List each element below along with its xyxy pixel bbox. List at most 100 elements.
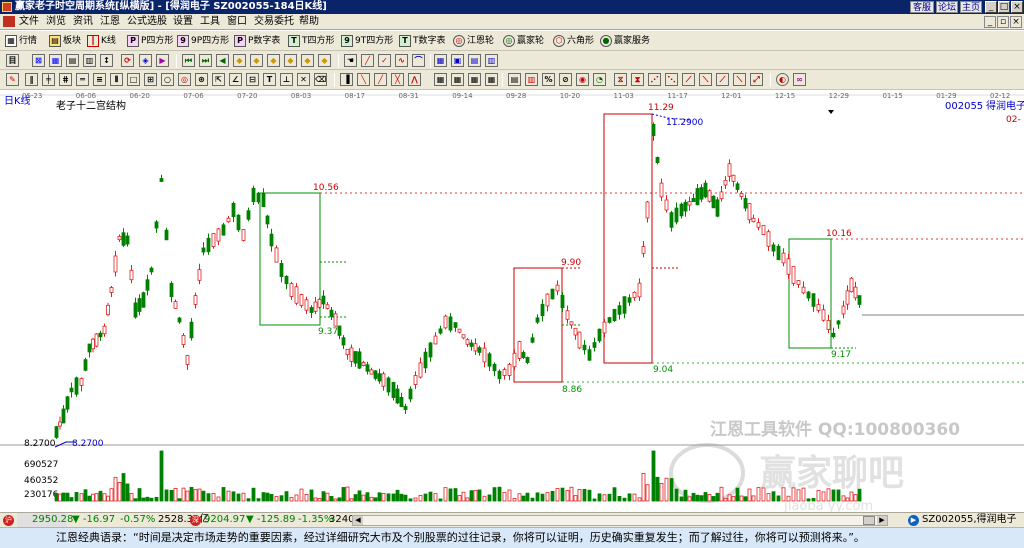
diamond-d-icon[interactable]: ◆ bbox=[284, 54, 297, 67]
chart-view-icon[interactable]: ▤ bbox=[66, 54, 79, 67]
diag-icon[interactable]: ╲ bbox=[357, 73, 370, 86]
current-stock-icon[interactable]: ▶ bbox=[908, 515, 919, 526]
indicator-a-icon[interactable]: ⧖ bbox=[614, 73, 627, 86]
browse-icon[interactable]: ⊠ bbox=[32, 54, 45, 67]
indicator-i-icon[interactable]: ⤢ bbox=[750, 73, 763, 86]
check-tool-icon[interactable]: ✓ bbox=[378, 54, 391, 67]
menu-tools[interactable]: 工具 bbox=[200, 14, 220, 30]
vline-icon[interactable]: ‖ bbox=[25, 73, 38, 86]
indicator-g-icon[interactable]: ⟋ bbox=[716, 73, 729, 86]
table-b-icon[interactable]: ▦ bbox=[451, 73, 464, 86]
last-icon[interactable]: ⏭ bbox=[199, 54, 212, 67]
column-icon[interactable]: ▐ bbox=[340, 73, 353, 86]
table-a-icon[interactable]: ▦ bbox=[434, 73, 447, 86]
table-view-icon[interactable]: ▥ bbox=[83, 54, 96, 67]
indicator-d-icon[interactable]: ⋱ bbox=[665, 73, 678, 86]
color-wheel-icon[interactable]: ◐ bbox=[776, 73, 789, 86]
bars-icon[interactable]: ▥ bbox=[525, 73, 538, 86]
menu-info[interactable]: 资讯 bbox=[73, 14, 93, 30]
winner-service-button[interactable]: ● 赢家服务 bbox=[600, 33, 650, 49]
zigzag-icon[interactable]: ⋀ bbox=[408, 73, 421, 86]
menu-trade[interactable]: 交易委托 bbox=[254, 14, 294, 30]
ellipse-icon[interactable]: ◎ bbox=[178, 73, 191, 86]
gann-fan-icon[interactable]: ⋕ bbox=[59, 73, 72, 86]
diamond-f-icon[interactable]: ◆ bbox=[318, 54, 331, 67]
box-icon[interactable]: □ bbox=[127, 73, 140, 86]
calc-icon[interactable]: ▦ bbox=[434, 54, 447, 67]
arrow-tool-icon[interactable]: ⇱ bbox=[212, 73, 225, 86]
percent-icon[interactable]: % bbox=[542, 73, 555, 86]
p-number-table-button[interactable]: P P数字表 bbox=[234, 33, 280, 49]
diamond-a-icon[interactable]: ◆ bbox=[233, 54, 246, 67]
index-sh-icon[interactable]: 沪 bbox=[3, 515, 14, 526]
fan-icon[interactable]: ╪ bbox=[42, 73, 55, 86]
table-d-icon[interactable]: ▦ bbox=[485, 73, 498, 86]
9p-square-button[interactable]: 9 9P四方形 bbox=[177, 33, 229, 49]
indicator-e-icon[interactable]: ⟋ bbox=[682, 73, 695, 86]
cycle-icon[interactable]: ⦀ bbox=[110, 73, 123, 86]
diamond-e-icon[interactable]: ◆ bbox=[301, 54, 314, 67]
grid-tool-icon[interactable]: ⊞ bbox=[144, 73, 157, 86]
dial-icon[interactable]: ⊘ bbox=[559, 73, 572, 86]
refresh-icon[interactable]: ⟳ bbox=[121, 54, 134, 67]
scroll-left-arrow-icon[interactable]: ◀ bbox=[353, 516, 363, 525]
horizontal-scrollbar[interactable]: ◀ ▶ bbox=[352, 515, 888, 526]
square-tool-icon[interactable]: ⊟ bbox=[246, 73, 259, 86]
updown-icon[interactable]: ↕ bbox=[100, 54, 113, 67]
document-icon[interactable] bbox=[3, 16, 15, 27]
circle-tool-icon[interactable]: ○ bbox=[161, 73, 174, 86]
chart-canvas[interactable]: 05-23 06-06 06-20 07-06 07-20 08-03 08-17 08-31… bbox=[0, 90, 1024, 512]
erase-icon[interactable]: ⌫ bbox=[314, 73, 327, 86]
menu-formula[interactable]: 公式选股 bbox=[127, 14, 167, 30]
list-icon[interactable]: ▤ bbox=[508, 73, 521, 86]
hexagon-button[interactable]: ⬡ 六角形 bbox=[553, 33, 594, 49]
line-tool-icon[interactable]: ╱ bbox=[361, 54, 374, 67]
minimize-button[interactable]: _ bbox=[985, 1, 997, 13]
cross-icon[interactable]: ╳ bbox=[391, 73, 404, 86]
t-number-table-button[interactable]: T T数字表 bbox=[399, 33, 446, 49]
ruler-icon[interactable]: ⊥ bbox=[280, 73, 293, 86]
p-square-button[interactable]: P P四方形 bbox=[127, 33, 173, 49]
pie-icon[interactable]: ◔ bbox=[593, 73, 606, 86]
print-icon[interactable]: ▤ bbox=[468, 54, 481, 67]
sector-button[interactable]: ▤ 板块 bbox=[49, 33, 81, 49]
hand-icon[interactable]: ☚ bbox=[344, 54, 357, 67]
index-sz-icon[interactable]: 深 bbox=[190, 515, 201, 526]
mark-icon[interactable]: ✕ bbox=[297, 73, 310, 86]
maximize-button[interactable]: □ bbox=[998, 1, 1010, 13]
reset-icon[interactable]: ◈ bbox=[139, 54, 152, 67]
diamond-c-icon[interactable]: ◆ bbox=[267, 54, 280, 67]
spiral-icon[interactable]: ⊛ bbox=[195, 73, 208, 86]
table-c-icon[interactable]: ▦ bbox=[468, 73, 481, 86]
channel-icon[interactable]: ═ bbox=[76, 73, 89, 86]
infinity-icon[interactable]: ∞ bbox=[793, 73, 806, 86]
menu-browse[interactable]: 浏览 bbox=[46, 14, 66, 30]
scroll-thumb[interactable] bbox=[863, 516, 875, 525]
indicator-b-icon[interactable]: ⧗ bbox=[631, 73, 644, 86]
menu-settings[interactable]: 设置 bbox=[173, 14, 193, 30]
indicator-h-icon[interactable]: ⟍ bbox=[733, 73, 746, 86]
dropdown-marker[interactable] bbox=[828, 110, 834, 114]
wave-tool-icon[interactable]: ∿ bbox=[395, 54, 408, 67]
homepage-link[interactable]: 主页 bbox=[960, 1, 982, 13]
menu-help[interactable]: 帮助 bbox=[299, 14, 319, 30]
mdi-close-button[interactable]: × bbox=[1010, 16, 1022, 28]
angle-icon[interactable]: ∠ bbox=[229, 73, 242, 86]
window-icon[interactable]: ▣ bbox=[451, 54, 464, 67]
text-tool-icon[interactable]: T bbox=[263, 73, 276, 86]
diag2-icon[interactable]: ╱ bbox=[374, 73, 387, 86]
service-link[interactable]: 客服 bbox=[910, 1, 934, 13]
kline-button[interactable]: ┃ K线 bbox=[87, 33, 116, 49]
indicator-f-icon[interactable]: ⟍ bbox=[699, 73, 712, 86]
9t-square-button[interactable]: 9 9T四方形 bbox=[341, 33, 393, 49]
prev-icon[interactable]: ◀ bbox=[216, 54, 229, 67]
gann-wheel-button[interactable]: ◎ 江恩轮 bbox=[453, 33, 494, 49]
wheel-icon[interactable]: ◉ bbox=[576, 73, 589, 86]
t-square-button[interactable]: T T四方形 bbox=[288, 33, 335, 49]
fib-icon[interactable]: ≡ bbox=[93, 73, 106, 86]
winner-wheel-button[interactable]: ◎ 赢家轮 bbox=[503, 33, 544, 49]
arc-tool-icon[interactable]: ⌒ bbox=[412, 54, 425, 67]
quotes-button[interactable]: ▦ 行情 bbox=[5, 33, 37, 49]
kline-chart[interactable]: 05-23 06-06 06-20 07-06 07-20 08-03 08-17 08-31… bbox=[0, 90, 1024, 512]
indicator-c-icon[interactable]: ⋰ bbox=[648, 73, 661, 86]
